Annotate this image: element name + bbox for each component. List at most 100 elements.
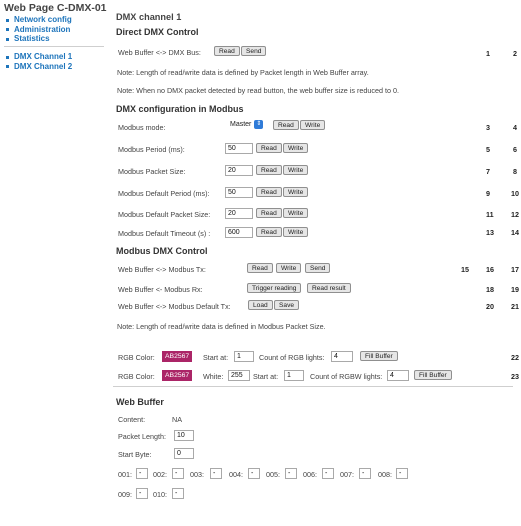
modbus-default-timeout-input[interactable]: 600: [225, 227, 253, 238]
buffer-cell-label: 001:: [118, 470, 132, 479]
modbus-period-read-button[interactable]: Read: [256, 143, 282, 153]
modbus-mode-value: Master: [230, 121, 252, 128]
buffer-cell-input[interactable]: -: [172, 488, 184, 499]
row-number: 5: [486, 145, 490, 154]
modbus-tx-write-button[interactable]: Write: [276, 263, 302, 273]
rgbw-count-input[interactable]: 4: [387, 370, 409, 381]
rgbw-white-input[interactable]: 255: [228, 370, 250, 381]
page-title: DMX channel 1: [116, 12, 182, 22]
row-number: 3: [486, 123, 490, 132]
row-number: 6: [513, 145, 517, 154]
modbus-default-timeout-write-button[interactable]: Write: [283, 227, 309, 237]
load-button[interactable]: Load: [248, 300, 273, 310]
rgb-count-input[interactable]: 4: [331, 351, 353, 362]
modbus-note: Note: Length of read/write data is defin…: [117, 322, 326, 331]
sidebar-divider: [4, 46, 104, 47]
buffer-cell-label: 010:: [153, 490, 167, 499]
modbus-packet-size-input[interactable]: 20: [225, 165, 253, 176]
row-number: 20: [486, 302, 494, 311]
dmx-bus-read-button[interactable]: Read: [214, 46, 240, 56]
site-title: Web Page C-DMX-01: [4, 2, 107, 14]
modbus-default-timeout-read-button[interactable]: Read: [256, 227, 282, 237]
dmx-bus-send-button[interactable]: Send: [241, 46, 267, 56]
direct-note-1: Note: Length of read/write data is defin…: [117, 68, 369, 77]
row-number: 14: [511, 228, 519, 237]
packet-length-input[interactable]: 10: [174, 430, 194, 441]
modbus-default-period-read-button[interactable]: Read: [256, 187, 282, 197]
rgb-color-swatch[interactable]: AB2567: [162, 351, 193, 362]
modbus-period-input[interactable]: 50: [225, 143, 253, 154]
modbus-packet-size-write-button[interactable]: Write: [283, 165, 309, 175]
row-number: 21: [511, 302, 519, 311]
modbus-default-period-write-button[interactable]: Write: [283, 187, 309, 197]
row-number: 7: [486, 167, 490, 176]
modbus-tx-read-button[interactable]: Read: [247, 263, 273, 273]
save-button[interactable]: Save: [274, 300, 300, 310]
modbus-period-label: Modbus Period (ms):: [118, 145, 185, 154]
nav-administration[interactable]: Administration: [6, 25, 72, 35]
rgbw-color-label: RGB Color:: [118, 372, 155, 381]
buffer-cell-input[interactable]: -: [359, 468, 371, 479]
modbus-default-period-input[interactable]: 50: [225, 187, 253, 198]
start-byte-label: Start Byte:: [118, 450, 152, 459]
rgb-start-input[interactable]: 1: [234, 351, 254, 362]
nav-dmx-channel-1[interactable]: DMX Channel 1: [6, 52, 72, 62]
row-number: 4: [513, 123, 517, 132]
buffer-cell-input[interactable]: -: [322, 468, 334, 479]
modbus-mode-write-button[interactable]: Write: [300, 120, 326, 130]
rgbw-color-swatch[interactable]: AB2567: [162, 370, 193, 381]
modbus-default-packet-size-read-button[interactable]: Read: [256, 208, 282, 218]
rgb-fill-buffer-button[interactable]: Fill Buffer: [360, 351, 398, 361]
nav-dmx-channel-2[interactable]: DMX Channel 2: [6, 62, 72, 72]
rgbw-start-input[interactable]: 1: [284, 370, 304, 381]
buffer-cell-label: 002:: [153, 470, 167, 479]
buffer-cell-input[interactable]: -: [172, 468, 184, 479]
config-heading: DMX configuration in Modbus: [116, 104, 244, 114]
web-buffer-heading: Web Buffer: [116, 397, 164, 407]
main-nav: Network config Administration Statistics: [6, 15, 72, 44]
buffer-cell-input[interactable]: -: [396, 468, 408, 479]
row-number: 9: [486, 189, 490, 198]
buffer-cell-input[interactable]: -: [210, 468, 222, 479]
modbus-rx-label: Web Buffer <- Modbus Rx:: [118, 285, 203, 294]
row-number: 22: [511, 353, 519, 362]
modbus-default-packet-size-input[interactable]: 20: [225, 208, 253, 219]
modbus-mode-select[interactable]: Master ⇕: [230, 120, 264, 129]
nav-network-config[interactable]: Network config: [6, 15, 72, 25]
content-label: Content:: [118, 415, 146, 424]
row-number: 10: [511, 189, 519, 198]
buffer-cell-label: 006:: [303, 470, 317, 479]
row-number: 13: [486, 228, 494, 237]
buffer-cell-label: 005:: [266, 470, 280, 479]
read-result-button[interactable]: Read result: [307, 283, 351, 293]
modbus-packet-size-label: Modbus Packet Size:: [118, 167, 186, 176]
rgb-start-label: Start at:: [203, 353, 229, 362]
buffer-cell-input[interactable]: -: [136, 468, 148, 479]
rgbw-count-label: Count of RGBW lights:: [310, 372, 383, 381]
modbus-mode-read-button[interactable]: Read: [273, 120, 299, 130]
row-number: 15: [461, 265, 469, 274]
trigger-reading-button[interactable]: Trigger reading: [247, 283, 302, 293]
nav-statistics[interactable]: Statistics: [6, 34, 72, 44]
modbus-default-packet-size-write-button[interactable]: Write: [283, 208, 309, 218]
rgbw-fill-buffer-button[interactable]: Fill Buffer: [414, 370, 452, 380]
modbus-packet-size-read-button[interactable]: Read: [256, 165, 282, 175]
row-number: 1: [486, 49, 490, 58]
row-number: 8: [513, 167, 517, 176]
modbus-default-timeout-label: Modbus Default Timeout (s) :: [118, 229, 211, 238]
buffer-cell-input[interactable]: -: [248, 468, 260, 479]
modbus-tx-label: Web Buffer <-> Modbus Tx:: [118, 265, 206, 274]
section-divider: [113, 386, 513, 387]
modbus-mode-label: Modbus mode:: [118, 123, 166, 132]
buffer-cell-input[interactable]: -: [285, 468, 297, 479]
buffer-cell-label: 008:: [378, 470, 392, 479]
row-number: 16: [486, 265, 494, 274]
buffer-cell-label: 009:: [118, 490, 132, 499]
start-byte-input[interactable]: 0: [174, 448, 194, 459]
modbus-period-write-button[interactable]: Write: [283, 143, 309, 153]
select-arrow-icon: ⇕: [254, 120, 264, 129]
buffer-cell-input[interactable]: -: [136, 488, 148, 499]
direct-note-2: Note: When no DMX packet detected by rea…: [117, 86, 399, 95]
channel-nav: DMX Channel 1 DMX Channel 2: [6, 52, 72, 71]
modbus-tx-send-button[interactable]: Send: [305, 263, 331, 273]
